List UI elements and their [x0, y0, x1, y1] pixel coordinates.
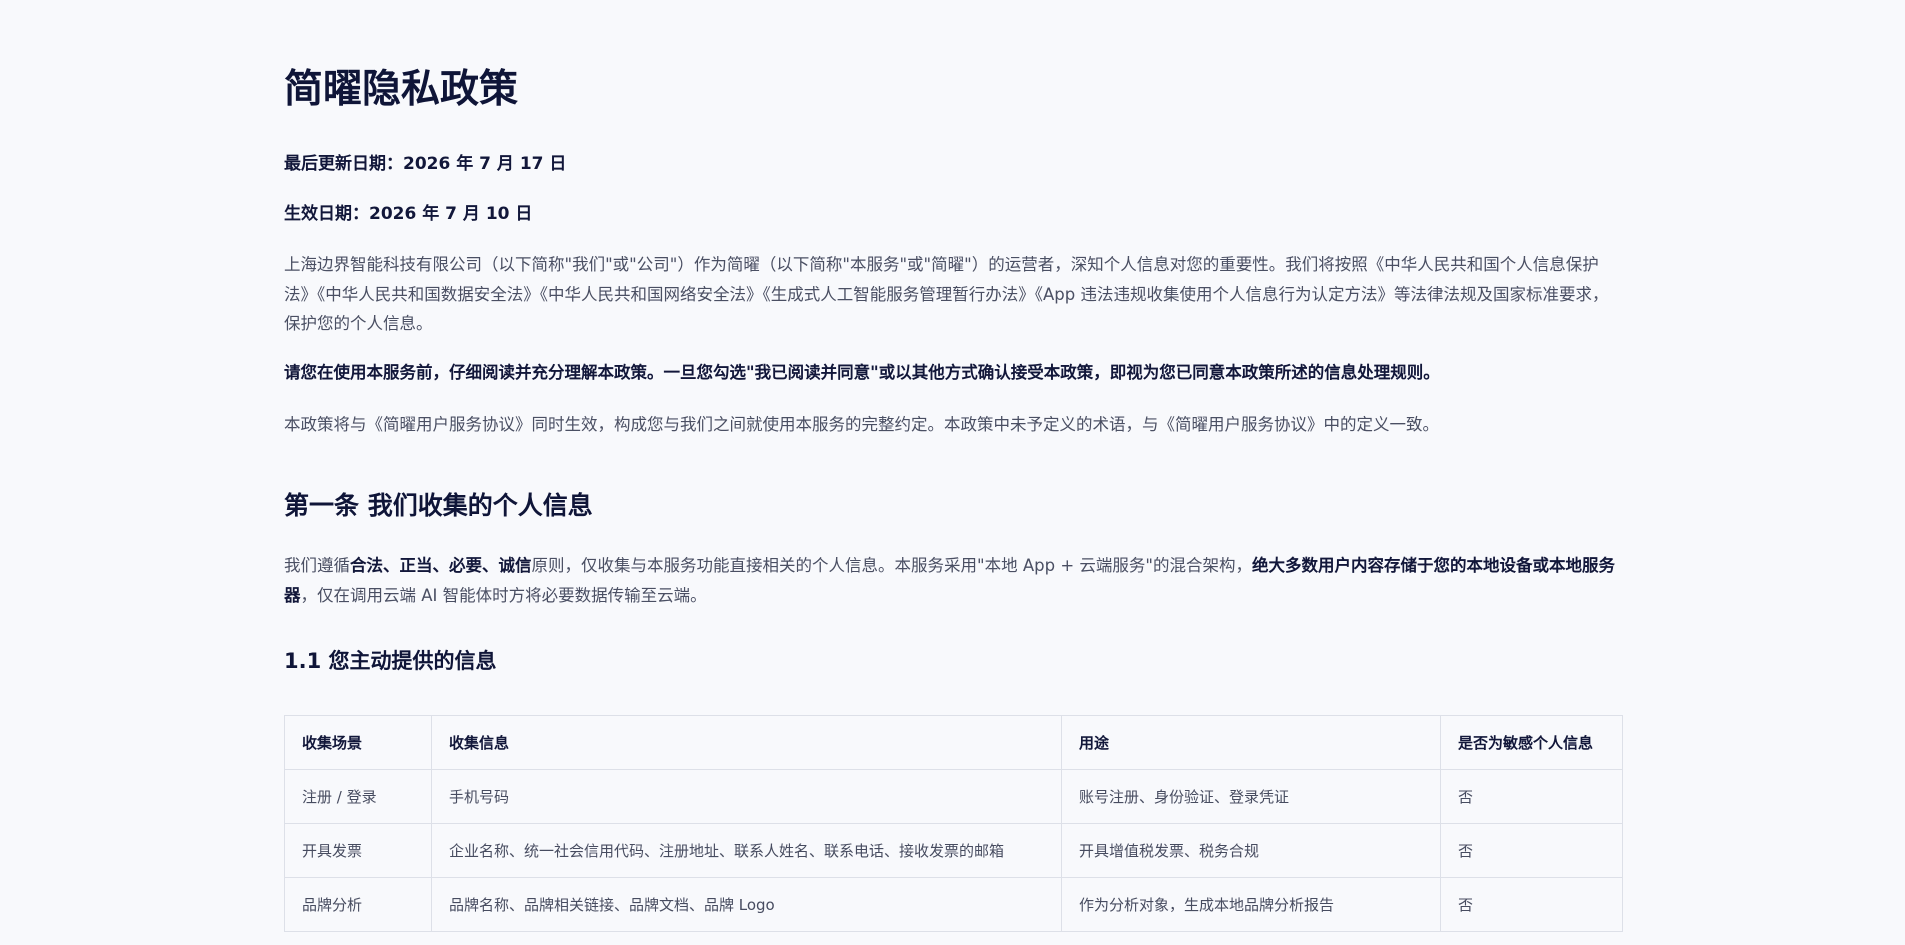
- principle-keywords: 合法、正当、必要、诚信: [350, 556, 532, 575]
- principle-text-3: ，仅在调用云端 AI 智能体时方将必要数据传输至云端。: [300, 585, 707, 605]
- page-title: 简曜隐私政策: [284, 67, 519, 112]
- cell-info: 企业名称、统一社会信用代码、注册地址、联系人姓名、联系电话、接收发票的邮箱: [431, 823, 1062, 878]
- cell-purpose: 开具增值税发票、税务合规: [1061, 823, 1441, 878]
- header-info: 收集信息: [431, 715, 1062, 770]
- table-row: 品牌分析 品牌名称、品牌相关链接、品牌文档、品牌 Logo 作为分析对象，生成本…: [284, 877, 1623, 932]
- intro-paragraph: 上海边界智能科技有限公司（以下简称"我们"或"公司"）作为简曜（以下简称"本服务…: [284, 255, 1609, 333]
- header-sensitive: 是否为敏感个人信息: [1440, 715, 1623, 770]
- table-header-row: 收集场景 收集信息 用途 是否为敏感个人信息: [284, 715, 1623, 770]
- cell-scenario: 开具发票: [284, 823, 432, 878]
- cell-info: 品牌名称、品牌相关链接、品牌文档、品牌 Logo: [431, 877, 1062, 932]
- principle-text-1: 我们遵循: [284, 556, 350, 575]
- cell-sensitive: 否: [1440, 877, 1623, 932]
- privacy-policy-page: 简曜隐私政策 最后更新日期：2026 年 7 月 17 日 生效日期：2026 …: [0, 0, 1905, 945]
- consent-notice: 请您在使用本服务前，仔细阅读并充分理解本政策。一旦您勾选"我已阅读并同意"或以其…: [284, 363, 1440, 382]
- cell-info: 手机号码: [431, 769, 1062, 824]
- table-row: 开具发票 企业名称、统一社会信用代码、注册地址、联系人姓名、联系电话、接收发票的…: [284, 823, 1623, 878]
- cell-scenario: 品牌分析: [284, 877, 432, 932]
- cell-sensitive: 否: [1440, 769, 1623, 824]
- table-row: 注册 / 登录 手机号码 账号注册、身份验证、登录凭证 否: [284, 769, 1623, 824]
- cell-scenario: 注册 / 登录: [284, 769, 432, 824]
- cell-purpose: 账号注册、身份验证、登录凭证: [1061, 769, 1441, 824]
- last-updated-date: 最后更新日期：2026 年 7 月 17 日: [284, 154, 567, 174]
- collected-info-table: 收集场景 收集信息 用途 是否为敏感个人信息 注册 / 登录 手机号码 账号注册…: [284, 715, 1623, 932]
- collected-info-table-wrapper: 收集场景 收集信息 用途 是否为敏感个人信息 注册 / 登录 手机号码 账号注册…: [284, 715, 1623, 932]
- principle-text-2: 原则，仅收集与本服务功能直接相关的个人信息。本服务采用"本地 App + 云端服…: [531, 556, 1252, 575]
- cell-sensitive: 否: [1440, 823, 1623, 878]
- agreement-relation-paragraph: 本政策将与《简曜用户服务协议》同时生效，构成您与我们之间就使用本服务的完整约定。…: [284, 415, 1439, 434]
- subsection-1-1-heading: 1.1 您主动提供的信息: [284, 649, 497, 673]
- section-1-heading: 第一条 我们收集的个人信息: [284, 491, 593, 520]
- header-purpose: 用途: [1061, 715, 1441, 770]
- cell-purpose: 作为分析对象，生成本地品牌分析报告: [1061, 877, 1441, 932]
- header-scenario: 收集场景: [284, 715, 432, 770]
- collection-principle-paragraph: 我们遵循合法、正当、必要、诚信原则，仅收集与本服务功能直接相关的个人信息。本服务…: [284, 551, 1622, 610]
- effective-date: 生效日期：2026 年 7 月 10 日: [284, 204, 533, 224]
